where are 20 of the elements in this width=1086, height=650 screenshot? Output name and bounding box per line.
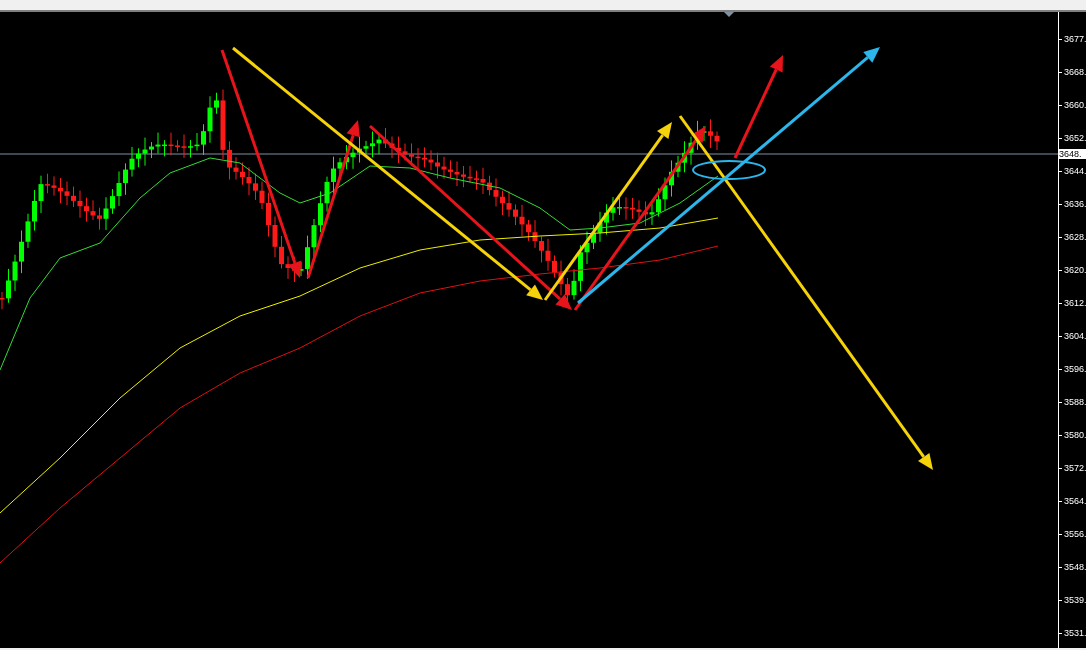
price-label: 3677. bbox=[1064, 34, 1086, 44]
price-label: 3531. bbox=[1064, 628, 1086, 638]
price-label: 3564. bbox=[1064, 496, 1086, 506]
price-label: 3668. bbox=[1064, 67, 1086, 77]
price-label: 3572. bbox=[1064, 463, 1086, 473]
price-label: 3556. bbox=[1064, 529, 1086, 539]
price-label: 3548. bbox=[1064, 562, 1086, 572]
current-price-label: 3648. bbox=[1059, 149, 1086, 159]
price-label: 3628. bbox=[1064, 232, 1086, 242]
price-label: 3652. bbox=[1064, 133, 1086, 143]
price-label: 3580. bbox=[1064, 430, 1086, 440]
price-label: 3612. bbox=[1064, 298, 1086, 308]
price-label: 3660. bbox=[1064, 100, 1086, 110]
price-label: 3596. bbox=[1064, 364, 1086, 374]
price-label: 3588. bbox=[1064, 397, 1086, 407]
price-label: 3644. bbox=[1064, 166, 1086, 176]
price-label: 3539. bbox=[1064, 595, 1086, 605]
price-label: 3636. bbox=[1064, 199, 1086, 209]
price-label: 3604. bbox=[1064, 331, 1086, 341]
price-label: 3620. bbox=[1064, 265, 1086, 275]
